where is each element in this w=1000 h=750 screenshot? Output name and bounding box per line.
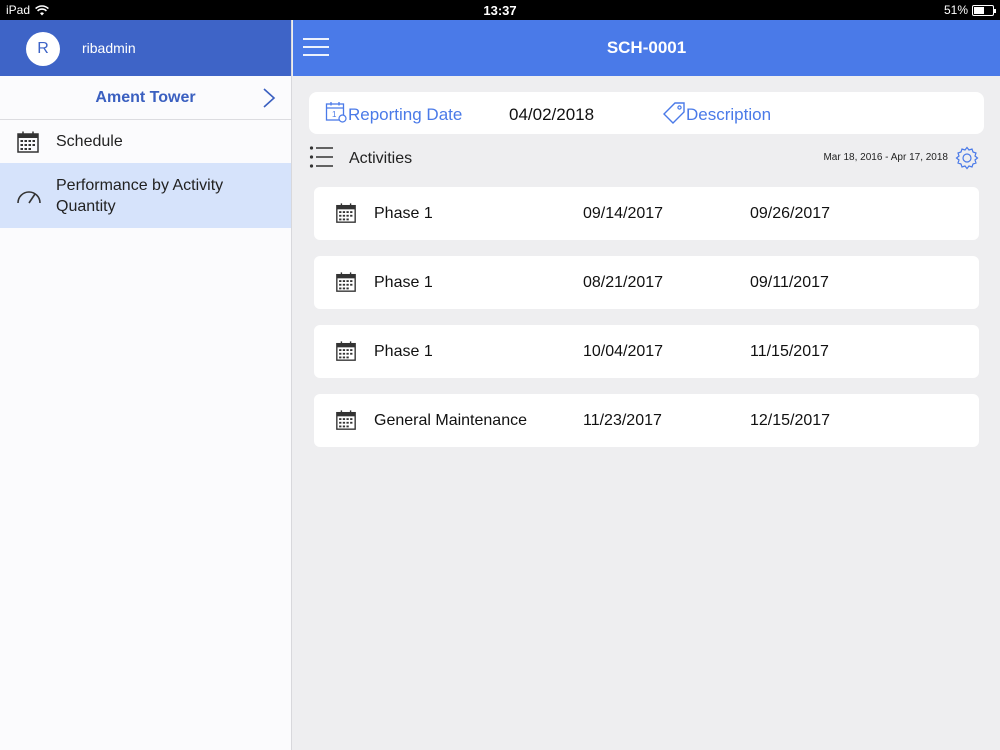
chevron-right-icon xyxy=(263,88,276,108)
top-bar: SCH-0001 xyxy=(293,20,1000,76)
activity-start-date: 09/14/2017 xyxy=(583,205,664,222)
sidebar-header: R ribadmin xyxy=(0,20,291,76)
activity-start-date: 10/04/2017 xyxy=(583,343,664,360)
activity-row[interactable]: Phase 1 09/14/2017 09/26/2017 xyxy=(314,187,979,240)
activity-row[interactable]: General Maintenance 11/23/2017 12/15/201… xyxy=(314,394,979,447)
sidebar: R ribadmin Ament Tower Schedule Performa… xyxy=(0,20,292,750)
activities-header: Activities Mar 18, 2016 - Apr 17, 2018 xyxy=(309,142,979,174)
activity-name: Phase 1 xyxy=(374,205,433,222)
activity-start-date: 11/23/2017 xyxy=(583,412,662,429)
activity-name: Phase 1 xyxy=(374,343,433,360)
battery-icon xyxy=(972,4,996,16)
list-icon xyxy=(309,146,333,168)
description-label[interactable]: Description xyxy=(686,105,771,125)
tag-icon xyxy=(663,102,685,124)
activity-end-date: 11/15/2017 xyxy=(750,343,829,360)
sidebar-item-performance[interactable]: Performance by Activity Quantity xyxy=(0,163,291,228)
gear-icon[interactable] xyxy=(955,146,979,170)
calendar-icon xyxy=(336,410,356,430)
page-title: SCH-0001 xyxy=(606,38,687,57)
project-name: Ament Tower xyxy=(95,88,196,106)
activity-row[interactable]: Phase 1 10/04/2017 11/15/2017 xyxy=(314,325,979,378)
sidebar-item-schedule[interactable]: Schedule xyxy=(0,120,291,163)
reporting-card: 1 Reporting Date 04/02/2018 Description xyxy=(309,92,984,134)
status-bar: iPad 13:37 51% xyxy=(0,0,1000,20)
calendar-icon xyxy=(336,341,356,361)
activity-name: General Maintenance xyxy=(374,412,527,429)
status-time: 13:37 xyxy=(483,3,517,18)
calendar-date-icon: 1 xyxy=(325,102,347,123)
sidebar-item-label: Performance by Activity Quantity xyxy=(56,176,224,215)
speedometer-icon xyxy=(17,190,41,203)
activity-end-date: 09/11/2017 xyxy=(750,274,829,291)
reporting-date-label[interactable]: Reporting Date xyxy=(348,105,462,125)
activity-name: Phase 1 xyxy=(374,274,433,291)
battery-percent: 51% xyxy=(943,3,968,17)
avatar[interactable]: R xyxy=(26,32,60,66)
sidebar-item-label: Schedule xyxy=(56,133,123,150)
calendar-icon xyxy=(17,131,39,153)
activity-end-date: 12/15/2017 xyxy=(750,412,831,429)
username: ribadmin xyxy=(82,40,136,56)
activity-start-date: 08/21/2017 xyxy=(583,274,664,291)
activity-row[interactable]: Phase 1 08/21/2017 09/11/2017 xyxy=(314,256,979,309)
svg-text:1: 1 xyxy=(332,110,337,119)
calendar-icon xyxy=(336,203,356,223)
activities-label: Activities xyxy=(349,150,413,167)
date-range: Mar 18, 2016 - Apr 17, 2018 xyxy=(823,152,948,163)
reporting-date-value[interactable]: 04/02/2018 xyxy=(509,105,594,125)
project-selector[interactable]: Ament Tower xyxy=(0,76,291,120)
activity-end-date: 09/26/2017 xyxy=(750,205,831,222)
calendar-icon xyxy=(336,272,356,292)
